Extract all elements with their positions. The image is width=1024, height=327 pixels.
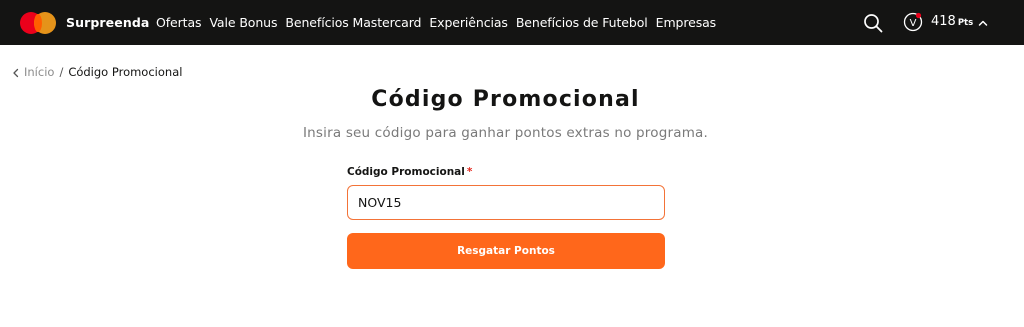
points-balance[interactable]: 418 Pts	[931, 14, 973, 29]
brand-name[interactable]: Surpreenda	[66, 15, 149, 30]
promo-code-input[interactable]	[347, 185, 665, 220]
mastercard-logo[interactable]	[20, 12, 58, 34]
nav-item-experiencias[interactable]: Experiências	[429, 15, 508, 30]
points-value: 418	[931, 14, 956, 29]
nav-item-ofertas[interactable]: Ofertas	[156, 15, 202, 30]
search-icon[interactable]	[863, 13, 883, 33]
page-title: Código Promocional	[371, 87, 640, 112]
nav-item-beneficios-mastercard[interactable]: Benefícios Mastercard	[285, 15, 421, 30]
badge-letter: V	[910, 18, 917, 29]
required-mark: *	[466, 166, 473, 178]
redeem-points-button[interactable]: Resgatar Pontos	[347, 233, 665, 269]
breadcrumb-separator: /	[59, 65, 64, 79]
page-subtitle: Insira seu código para ganhar pontos ext…	[302, 125, 709, 141]
logo-overlap	[34, 14, 42, 32]
badge-notification-dot	[915, 12, 922, 19]
breadcrumb: Início / Código Promocional	[12, 65, 182, 79]
main-nav: Ofertas Vale Bonus Benefícios Mastercard Ex…	[156, 15, 724, 30]
nav-item-vale-bonus[interactable]: Vale Bonus	[209, 15, 277, 30]
nav-item-beneficios-futebol[interactable]: Benefícios de Futebol	[516, 15, 648, 30]
promo-code-label-text: Código Promocional	[347, 166, 465, 178]
points-unit: Pts	[957, 18, 974, 28]
chevron-left-icon[interactable]	[12, 68, 20, 78]
breadcrumb-current: Código Promocional	[68, 65, 183, 79]
breadcrumb-home-link[interactable]: Início	[24, 65, 54, 79]
top-navigation-bar: Surpreenda Ofertas Vale Bonus Benefícios M…	[0, 0, 1024, 45]
nav-item-empresas[interactable]: Empresas	[656, 15, 717, 30]
chevron-up-icon[interactable]	[978, 19, 988, 27]
v-badge-icon[interactable]: V	[903, 12, 923, 32]
promo-code-label: Código Promocional *	[347, 166, 472, 178]
